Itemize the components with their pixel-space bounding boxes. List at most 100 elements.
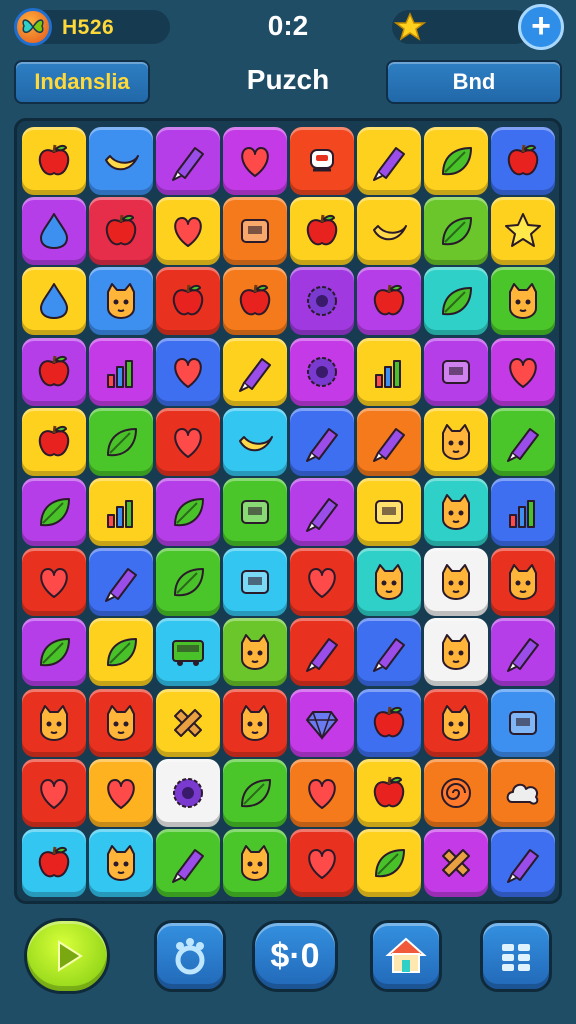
drop-icon [40, 283, 68, 320]
home-button[interactable] [370, 920, 442, 992]
game-tile[interactable] [357, 688, 421, 757]
game-tile[interactable] [22, 829, 86, 897]
game-tile[interactable] [491, 548, 555, 617]
game-tile[interactable] [223, 197, 287, 266]
game-tile[interactable] [89, 478, 153, 546]
add-stars-button[interactable]: + [518, 4, 564, 50]
game-tile[interactable] [22, 337, 86, 406]
coin-button[interactable]: $·0 [252, 920, 338, 992]
grid-menu-button[interactable] [480, 920, 552, 992]
game-tile[interactable] [156, 548, 220, 617]
game-tile[interactable] [22, 197, 86, 266]
game-tile[interactable] [424, 127, 488, 195]
game-tile[interactable] [223, 688, 287, 757]
game-tile[interactable] [491, 267, 555, 336]
game-tile[interactable] [223, 127, 287, 195]
game-tile[interactable] [290, 197, 354, 266]
right-header-button[interactable]: Bnd [386, 60, 562, 104]
heart-icon [509, 357, 537, 388]
game-tile[interactable] [491, 407, 555, 476]
game-tile[interactable] [424, 337, 488, 406]
game-tile[interactable] [424, 688, 488, 757]
game-tile[interactable] [89, 548, 153, 617]
game-tile[interactable] [357, 127, 421, 195]
game-tile[interactable] [491, 478, 555, 546]
game-tile[interactable] [156, 127, 220, 195]
game-tile[interactable] [491, 758, 555, 827]
game-tile[interactable] [22, 407, 86, 476]
game-tile[interactable] [491, 337, 555, 406]
game-tile[interactable] [156, 688, 220, 757]
top-hud: H526 0:2 + [0, 0, 576, 56]
game-tile[interactable] [491, 829, 555, 897]
game-tile[interactable] [22, 548, 86, 617]
play-button[interactable] [24, 918, 110, 994]
game-tile[interactable] [290, 829, 354, 897]
game-tile[interactable] [89, 267, 153, 336]
game-tile[interactable] [424, 548, 488, 617]
game-tile[interactable] [290, 758, 354, 827]
game-tile[interactable] [22, 267, 86, 336]
game-tile[interactable] [357, 829, 421, 897]
game-tile[interactable] [357, 197, 421, 266]
game-tile[interactable] [156, 618, 220, 687]
butterfly-logo-icon[interactable] [14, 8, 52, 46]
game-tile[interactable] [424, 197, 488, 266]
game-tile[interactable] [424, 267, 488, 336]
game-tile[interactable] [89, 758, 153, 827]
game-tile[interactable] [290, 618, 354, 687]
game-tile[interactable] [156, 478, 220, 546]
game-tile[interactable] [223, 829, 287, 897]
game-tile[interactable] [424, 829, 488, 897]
game-tile[interactable] [223, 758, 287, 827]
game-tile[interactable] [290, 688, 354, 757]
game-tile[interactable] [156, 829, 220, 897]
game-tile[interactable] [290, 267, 354, 336]
game-tile[interactable] [290, 127, 354, 195]
game-tile[interactable] [22, 618, 86, 687]
game-tile[interactable] [357, 758, 421, 827]
game-tile[interactable] [223, 267, 287, 336]
game-tile[interactable] [424, 478, 488, 546]
game-tile[interactable] [156, 407, 220, 476]
game-tile[interactable] [357, 548, 421, 617]
game-tile[interactable] [22, 478, 86, 546]
game-tile[interactable] [223, 548, 287, 617]
game-tile[interactable] [491, 618, 555, 687]
game-tile[interactable] [357, 267, 421, 336]
game-tile[interactable] [357, 337, 421, 406]
game-tile[interactable] [290, 478, 354, 546]
game-tile[interactable] [156, 758, 220, 827]
game-tile[interactable] [357, 618, 421, 687]
game-tile[interactable] [424, 618, 488, 687]
game-tile[interactable] [223, 478, 287, 546]
game-tile[interactable] [22, 758, 86, 827]
game-tile[interactable] [357, 407, 421, 476]
game-tile[interactable] [424, 407, 488, 476]
game-tile[interactable] [89, 337, 153, 406]
game-tile[interactable] [89, 618, 153, 687]
game-tile[interactable] [156, 337, 220, 406]
game-tile[interactable] [491, 688, 555, 757]
game-tile[interactable] [491, 127, 555, 195]
game-tile[interactable] [22, 127, 86, 195]
game-tile[interactable] [89, 197, 153, 266]
game-tile[interactable] [290, 337, 354, 406]
game-tile[interactable] [290, 407, 354, 476]
paw-button[interactable] [154, 920, 226, 992]
game-tile[interactable] [491, 197, 555, 266]
game-tile[interactable] [223, 337, 287, 406]
game-tile[interactable] [156, 197, 220, 266]
game-tile[interactable] [156, 267, 220, 336]
game-tile[interactable] [89, 829, 153, 897]
game-tile[interactable] [290, 548, 354, 617]
game-tile[interactable] [89, 688, 153, 757]
game-tile[interactable] [424, 758, 488, 827]
game-tile[interactable] [89, 407, 153, 476]
game-tile[interactable] [357, 478, 421, 546]
game-tile[interactable] [22, 688, 86, 757]
game-tile[interactable] [89, 127, 153, 195]
game-tile[interactable] [223, 618, 287, 687]
game-tile[interactable] [223, 407, 287, 476]
left-header-button[interactable]: Indanslia [14, 60, 150, 104]
